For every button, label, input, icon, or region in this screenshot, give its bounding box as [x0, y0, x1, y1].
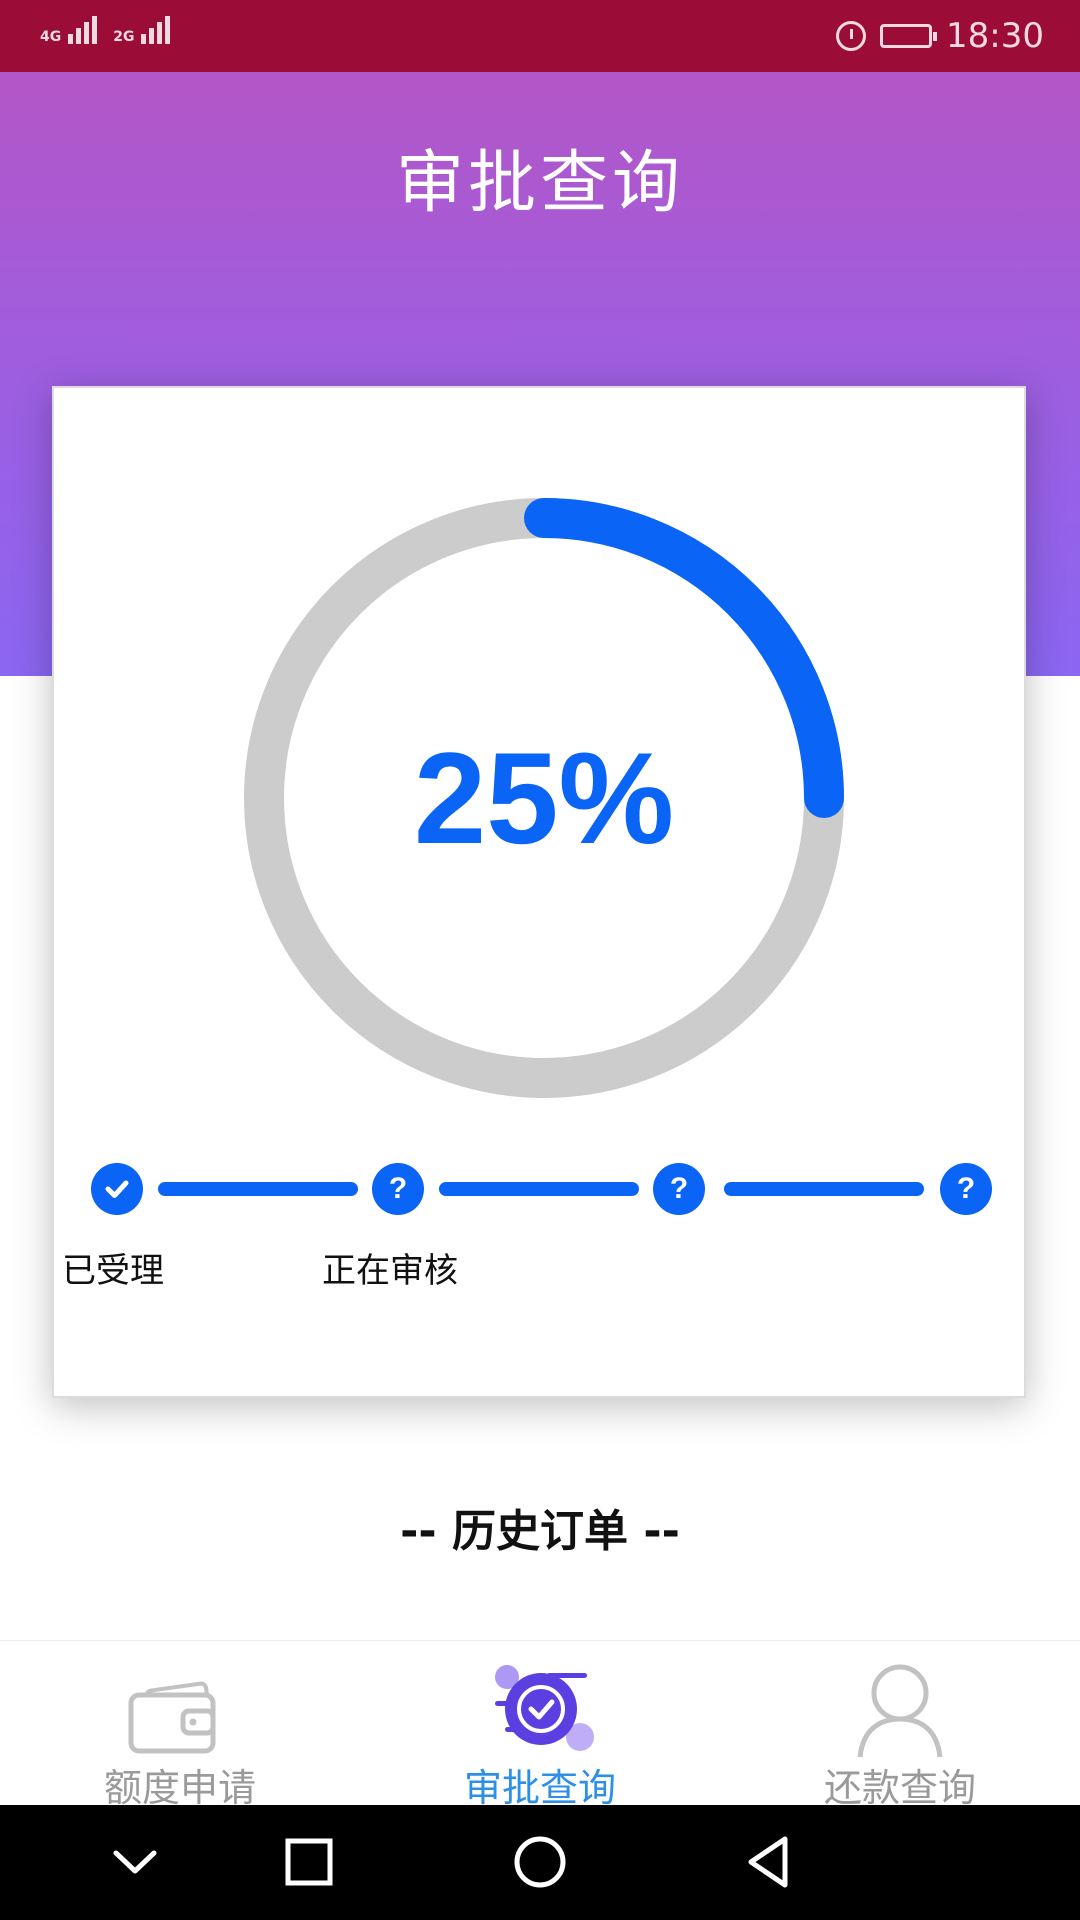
tab-credit-apply[interactable]: 额度申请 [0, 1641, 360, 1810]
network-type-1: 4G [40, 29, 62, 45]
step-label-accepted: 已受理 [62, 1251, 164, 1291]
signal-icon: 4G [40, 16, 98, 45]
tab-label: 还款查询 [823, 1766, 976, 1810]
step-4-question-icon: ? [940, 1163, 992, 1215]
step-3-question-icon: ? [653, 1163, 705, 1215]
progress-card: 25% ? ? ? 已受理 正在审核 [52, 386, 1026, 1398]
tab-approval-query[interactable]: 审批查询 [360, 1641, 720, 1810]
home-icon[interactable] [505, 1827, 575, 1897]
step-label-reviewing: 正在审核 [322, 1251, 458, 1291]
tab-repayment-query[interactable]: 还款查询 [720, 1641, 1080, 1810]
step-connector [724, 1182, 924, 1196]
step-connector [439, 1182, 639, 1196]
bottom-tab-bar: 额度申请 审批查询 还款查询 [0, 1640, 1080, 1810]
clock: 18:30 [946, 16, 1044, 56]
tab-label: 额度申请 [103, 1766, 256, 1810]
approval-check-icon [495, 1665, 594, 1751]
wallet-icon [128, 1681, 216, 1754]
history-orders-title: -- 历史订单 -- [400, 1506, 680, 1557]
signal-icon: 2G [113, 16, 171, 45]
step-indicator: ? ? ? 已受理 正在审核 [54, 1163, 1028, 1313]
recents-icon[interactable] [274, 1827, 344, 1897]
alarm-icon [836, 21, 867, 51]
step-1-check-icon [91, 1163, 143, 1215]
status-bar: 4G 2G 18:30 [0, 0, 1080, 72]
network-type-2: 2G [113, 29, 135, 45]
user-icon [857, 1664, 943, 1758]
check-icon [105, 1180, 129, 1198]
step-connector [158, 1182, 358, 1196]
battery-charging-icon [880, 24, 938, 48]
tab-label: 审批查询 [463, 1766, 616, 1810]
signal-indicators: 4G 2G [40, 16, 171, 45]
progress-percent: 25% [413, 725, 675, 871]
back-icon[interactable] [735, 1827, 805, 1897]
chevron-down-icon[interactable] [100, 1827, 170, 1897]
page-title: 审批查询 [395, 144, 684, 223]
system-nav-bar [0, 1805, 1080, 1920]
step-2-question-icon: ? [372, 1163, 424, 1215]
status-right: 18:30 [836, 12, 1044, 60]
